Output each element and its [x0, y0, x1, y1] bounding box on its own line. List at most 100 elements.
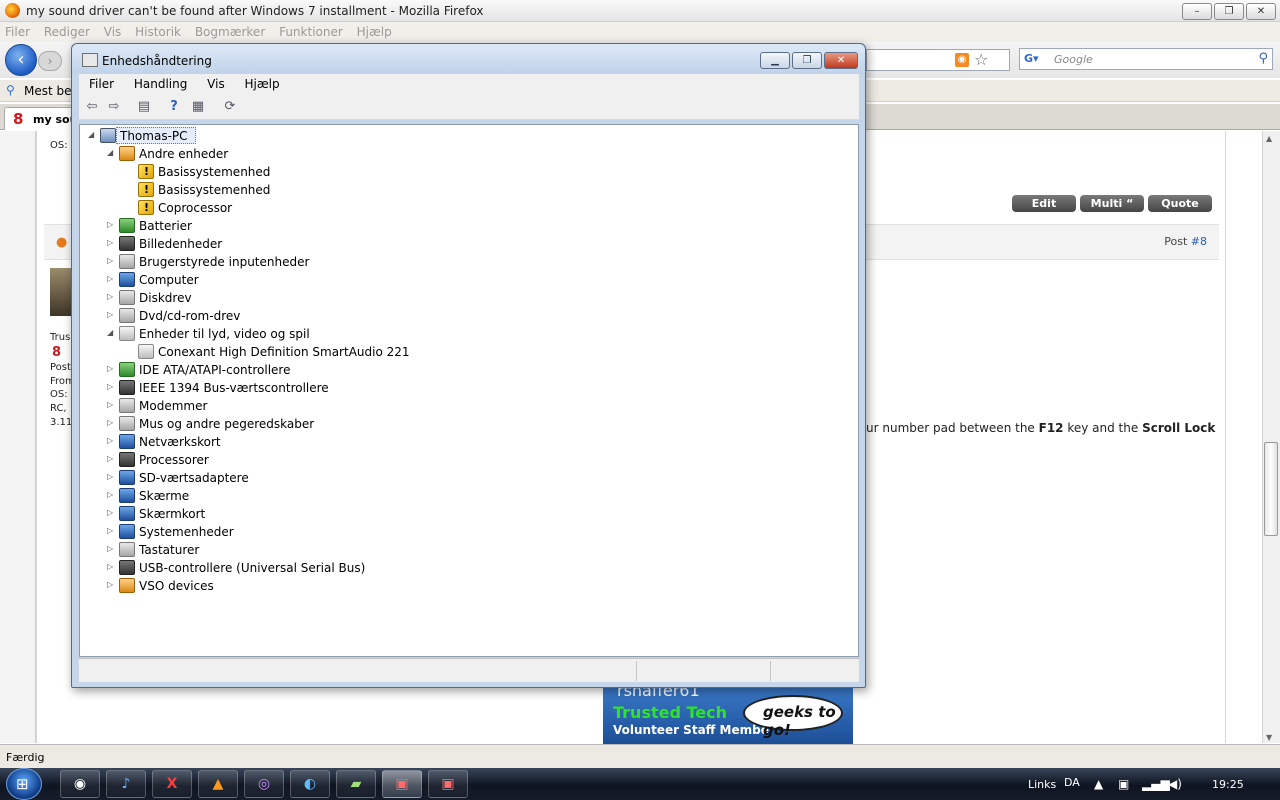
geekstogo-badge-icon: 8	[52, 345, 62, 360]
expand-icon[interactable]: ▷	[107, 364, 116, 373]
device-manager-icon	[82, 53, 98, 67]
links-toolbar[interactable]: Links	[1028, 778, 1056, 791]
post-number: Post #8	[1164, 235, 1207, 248]
back-button[interactable]: ‹	[5, 44, 37, 76]
expand-icon[interactable]: ▷	[107, 310, 116, 319]
properties-icon[interactable]: ▦	[189, 99, 207, 115]
dm-minimize-button[interactable]: ▁	[760, 52, 790, 69]
avatar	[50, 268, 72, 316]
menu-historik[interactable]: Historik	[130, 22, 186, 39]
taskbar-explorer-icon[interactable]: ▰	[336, 770, 376, 798]
scan-hardware-icon[interactable]: ⟳	[221, 99, 239, 115]
bookmark-most-visited[interactable]: Mest bes	[24, 84, 78, 98]
expand-icon[interactable]: ▷	[107, 544, 116, 553]
edit-button[interactable]: Edit	[1012, 195, 1076, 212]
menu-filer[interactable]: Filer	[0, 22, 35, 39]
taskbar-firefox-icon[interactable]: ◉	[60, 770, 100, 798]
scroll-down-icon[interactable]: ▼	[1266, 733, 1272, 742]
tree-label: Batterier	[139, 219, 192, 233]
device-manager-menubar: Filer Handling Vis Hjælp	[79, 74, 859, 94]
scroll-up-icon[interactable]: ▲	[1266, 134, 1272, 143]
warning-device-icon	[138, 182, 154, 197]
device-category-icon	[119, 146, 135, 161]
collapse-icon[interactable]: ◢	[88, 130, 97, 139]
close-button[interactable]: ✕	[1246, 3, 1276, 20]
taskbar-device-manager-icon[interactable]: ▣	[382, 770, 422, 798]
expand-icon[interactable]: ▷	[107, 454, 116, 463]
post-number-link[interactable]: #8	[1191, 235, 1207, 248]
expand-icon[interactable]: ▷	[107, 580, 116, 589]
expand-icon[interactable]: ▷	[107, 436, 116, 445]
device-manager-statusbar	[79, 658, 859, 682]
tree-label: IDE ATA/ATAPI-controllere	[139, 363, 291, 377]
network-signal-icon[interactable]: ▂▄▆	[1142, 777, 1170, 791]
forward-arrow-icon[interactable]: ⇨	[105, 99, 123, 115]
dm-menu-filer[interactable]: Filer	[79, 74, 120, 91]
menu-rediger[interactable]: Rediger	[39, 22, 95, 39]
taskbar-messenger-icon[interactable]: ◐	[290, 770, 330, 798]
minimize-button[interactable]: –	[1182, 3, 1212, 20]
dm-close-button[interactable]: ✕	[824, 52, 858, 69]
dm-menu-handling[interactable]: Handling	[124, 74, 194, 91]
dm-menu-hjaelp[interactable]: Hjælp	[235, 74, 286, 91]
search-box[interactable]: G▾ Google ⚲	[1019, 48, 1273, 70]
warning-device-icon	[138, 200, 154, 215]
system-tray: Links DA ▲ ▣ ▂▄▆ ◀) 19:25	[1020, 768, 1280, 800]
expand-icon[interactable]: ▷	[107, 490, 116, 499]
url-bar[interactable]	[866, 49, 1010, 71]
dm-menu-vis[interactable]: Vis	[197, 74, 231, 91]
clock[interactable]: 19:25	[1212, 778, 1244, 791]
expand-icon[interactable]: ▷	[107, 418, 116, 427]
expand-icon[interactable]: ▷	[107, 274, 116, 283]
taskbar-x-icon[interactable]: X	[152, 770, 192, 798]
volume-icon[interactable]: ◀)	[1168, 777, 1182, 791]
menu-funktioner[interactable]: Funktioner	[274, 22, 348, 39]
expand-icon[interactable]: ▷	[107, 562, 116, 571]
device-manager-toolbar: ⇦ ⇨ ▤ ? ▦ ⟳	[79, 94, 859, 120]
forward-button[interactable]: ›	[38, 51, 62, 71]
page-gutter	[0, 131, 36, 743]
quote-button[interactable]: Quote	[1148, 195, 1212, 212]
collapse-icon[interactable]: ◢	[107, 148, 116, 157]
device-category-icon	[119, 470, 135, 485]
page-scrollbar[interactable]	[1262, 131, 1280, 743]
tray-expand-icon[interactable]: ▲	[1094, 777, 1103, 791]
maximize-button[interactable]: ❐	[1214, 3, 1244, 20]
device-category-icon	[138, 344, 154, 359]
bookmark-star-icon[interactable]: ☆	[974, 50, 988, 69]
side-os: OS:	[50, 389, 68, 400]
menu-bogmaerker[interactable]: Bogmærker	[190, 22, 270, 39]
rss-icon[interactable]: ◉	[955, 53, 969, 67]
taskbar-media-icon[interactable]: ◎	[244, 770, 284, 798]
expand-icon[interactable]: ▷	[107, 526, 116, 535]
expand-icon[interactable]: ▷	[107, 508, 116, 517]
taskbar-vlc-icon[interactable]: ▲	[198, 770, 238, 798]
tree-label: Computer	[139, 273, 199, 287]
dm-maximize-button[interactable]: ❐	[792, 52, 822, 69]
tree-label: Billedenheder	[139, 237, 223, 251]
expand-icon[interactable]: ▷	[107, 256, 116, 265]
taskbar-device-manager-2-icon[interactable]: ▣	[428, 770, 468, 798]
taskbar-itunes-icon[interactable]: ♪	[106, 770, 146, 798]
search-icon[interactable]: ⚲	[1258, 51, 1268, 66]
expand-icon[interactable]: ▷	[107, 220, 116, 229]
device-category-icon	[119, 524, 135, 539]
language-indicator[interactable]: DA	[1064, 776, 1080, 789]
collapse-icon[interactable]: ◢	[107, 328, 116, 337]
expand-icon[interactable]: ▷	[107, 400, 116, 409]
expand-icon[interactable]: ▷	[107, 292, 116, 301]
menu-hjaelp[interactable]: Hjælp	[352, 22, 397, 39]
expand-icon[interactable]: ▷	[107, 238, 116, 247]
menu-vis[interactable]: Vis	[99, 22, 127, 39]
start-button[interactable]: ⊞	[6, 768, 42, 800]
tree-label: VSO devices	[139, 579, 214, 593]
scrollbar-thumb[interactable]	[1264, 442, 1278, 536]
multiquote-button[interactable]: Multi “	[1080, 195, 1144, 212]
console-tree-icon[interactable]: ▤	[135, 99, 153, 115]
google-icon: G▾	[1024, 52, 1039, 65]
tray-device-icon[interactable]: ▣	[1118, 777, 1129, 791]
expand-icon[interactable]: ▷	[107, 382, 116, 391]
help-icon[interactable]: ?	[165, 99, 183, 115]
expand-icon[interactable]: ▷	[107, 472, 116, 481]
back-arrow-icon[interactable]: ⇦	[83, 99, 101, 115]
